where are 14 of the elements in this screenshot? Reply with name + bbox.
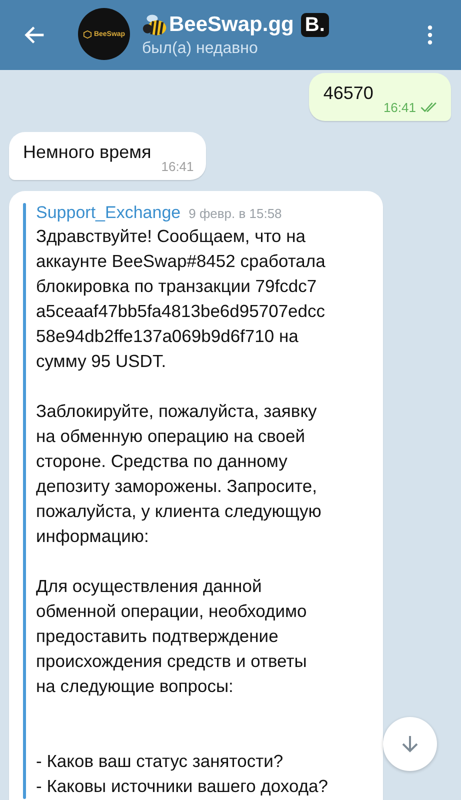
- message-text: Здравствуйте! Сообщаем, что на аккаунте BeeSwap#8452 сработала блокировка по транзакции 79fcdc7 a5ceaaf47bb5fa4813be6d95707edcc 58e94db2ffe137a069b9d6f710 на сумму 95 USDT. Заблокируйте, пожалуйста, заявку на обменную операцию на своей стороне. Средства по данному депозиту заморожены. Запросите, пожалуйста, у клиента следующую информацию: Для осуществления данной обменной операции, необходимо предоставить подтверждение происхождения средств и ответы на следующие вопросы: - Каков ваш статус занятости? - Каковы источники вашего дохода?: [36, 225, 328, 798]
- message-time: 16:41: [161, 159, 194, 174]
- menu-icon[interactable]: [427, 24, 433, 46]
- last-seen-status: был(а) недавно: [142, 40, 259, 58]
- sender-name[interactable]: Support_Exchange: [36, 203, 181, 223]
- hexagon-icon: [82, 30, 92, 38]
- forward-date: 9 февр. в 15:58: [188, 206, 282, 221]
- verified-badge: B.: [300, 13, 329, 37]
- message-time: 16:41: [383, 100, 416, 115]
- bee-icon: [142, 12, 168, 38]
- scroll-down-button[interactable]: [383, 717, 437, 771]
- message-text: 46570: [323, 83, 374, 105]
- message-text: Немного время: [23, 142, 152, 164]
- chat-title: BeeSwap.gg: [169, 13, 294, 37]
